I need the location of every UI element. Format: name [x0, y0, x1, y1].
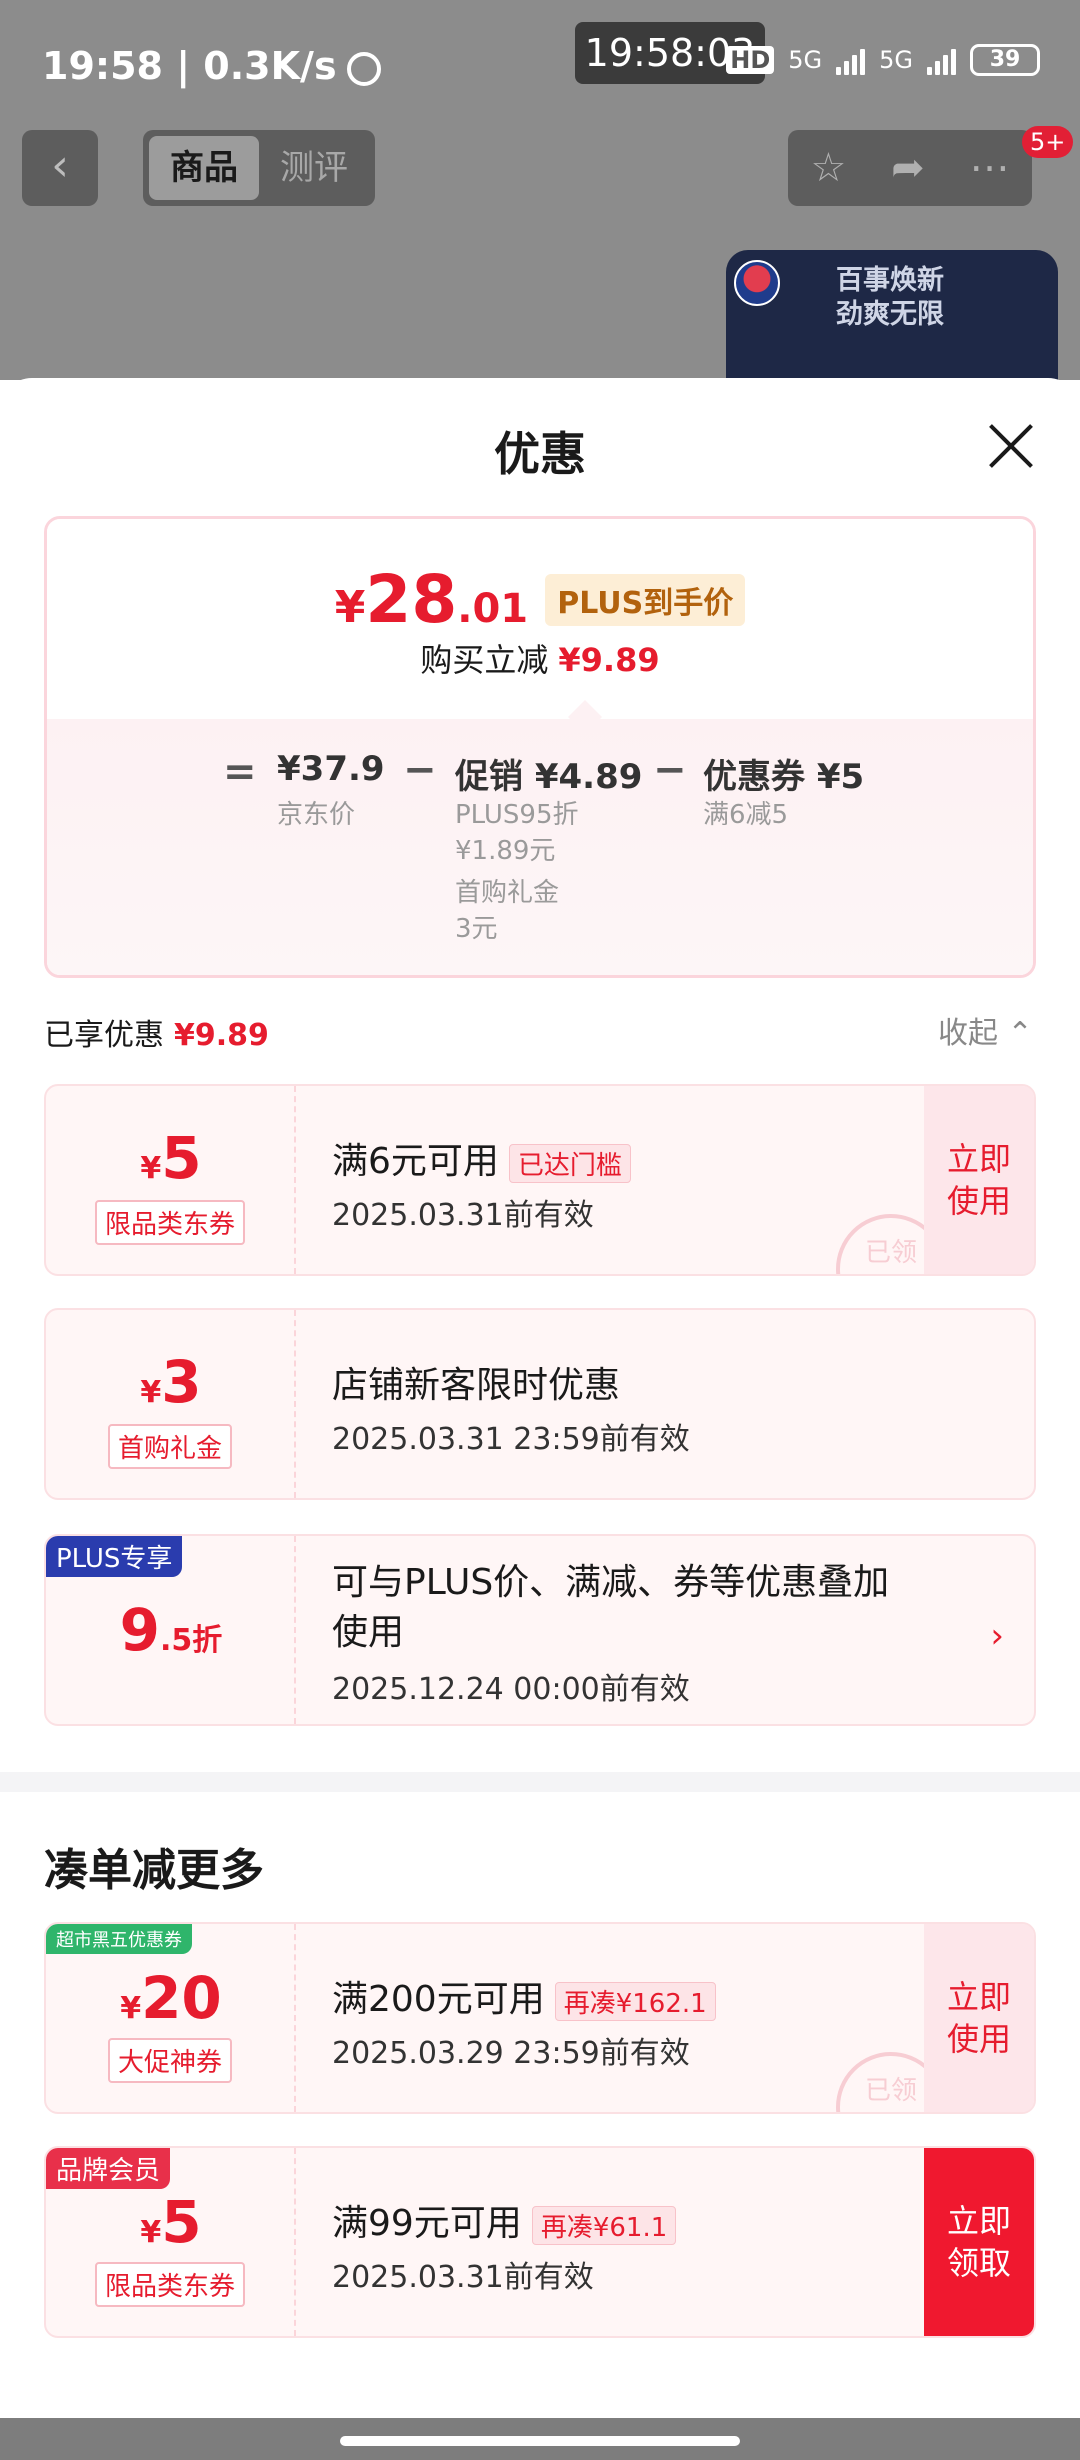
coupon-condition: 可与PLUS价、满减、券等优惠叠加 使用 [332, 1562, 890, 1653]
promo-text: 百事焕新 劲爽无限 [836, 265, 944, 330]
claim-now-button[interactable]: 立即 领取 [924, 2148, 1034, 2336]
action-group: ☆ ➦ ⋯ [788, 130, 1032, 206]
notification-badge: 5+ [1022, 126, 1074, 158]
tab-product[interactable]: 商品 [149, 136, 259, 200]
coupon-type: 限品类东券 [94, 2262, 246, 2307]
coupon-card: 超市黑五优惠券 ¥20 大促神券 满200元可用 再凑¥162.1 2025.03… [44, 1922, 1036, 2114]
add-more-tag: 再凑¥162.1 [554, 1981, 716, 2021]
promo-amount: 促销 ¥4.89 [455, 757, 643, 797]
plus-price-tag: PLUS到手价 [545, 573, 746, 626]
coupon-validity: 2025.03.31前有效 [332, 1198, 594, 1233]
coupon-validity: 2025.12.24 00:00前有效 [332, 1672, 690, 1707]
network-5g-label: 5G [788, 46, 823, 74]
coupon-amount: ¥5 [140, 1124, 202, 1192]
tab-switcher: 商品 测评 [143, 130, 375, 206]
star-icon[interactable]: ☆ [810, 145, 846, 191]
coupon-card: 品牌会员 ¥5 限品类东券 满99元可用 再凑¥61.1 2025.03.31前有… [44, 2146, 1036, 2338]
price-summary: ¥28.01 PLUS到手价 购买立减 ¥9.89 = ¥37.9 京东价 − 促… [44, 516, 1036, 978]
coupon-type: 大促神券 [107, 2038, 233, 2083]
use-now-button[interactable]: 立即 使用 [924, 1924, 1034, 2112]
more-section-title: 凑单减更多 [44, 1845, 264, 1896]
jd-price: ¥37.9 [277, 749, 385, 789]
price-breakdown: = ¥37.9 京东价 − 促销 ¥4.89 PLUS95折 ¥1.89元 首购… [47, 719, 1033, 975]
coupon-card: ¥5 限品类东券 满6元可用 已达门槛 2025.03.31前有效 已领 立即 使用 [44, 1084, 1036, 1276]
coupon-amount: ¥5 [140, 2188, 202, 2256]
add-more-tag: 再凑¥61.1 [531, 2205, 677, 2245]
reduce-line: 购买立减 ¥9.89 [420, 641, 660, 679]
promo-banner[interactable]: 百事焕新 劲爽无限 [726, 250, 1058, 390]
sheet-title: 优惠 [494, 427, 586, 481]
signal-icon [836, 45, 866, 75]
final-price: ¥28.01 [334, 561, 529, 638]
hd-icon: HD [726, 46, 775, 74]
alarm-icon [346, 51, 381, 86]
collapse-button[interactable]: 收起 ⌃ [938, 1008, 1033, 1052]
top-nav: ‹ 商品 测评 ☆ ➦ ⋯ 5+ [0, 126, 1080, 210]
coupon-card: ¥3 首购礼金 店铺新客限时优惠 2025.03.31 23:59前有效 [44, 1308, 1036, 1500]
close-icon[interactable] [986, 422, 1036, 472]
pepsi-logo [734, 260, 780, 306]
discount-sheet: 优惠 ¥28.01 PLUS到手价 购买立减 ¥9.89 = ¥37.9 京东价 … [0, 378, 1080, 2460]
coupon-validity: 2025.03.31 23:59前有效 [332, 1422, 690, 1457]
signal-icon-2 [927, 45, 956, 75]
plus-discount-card[interactable]: PLUS专享 9.5折 可与PLUS价、满减、券等优惠叠加 使用 2025.12.… [44, 1534, 1036, 1726]
network-5g-label-2: 5G [879, 46, 913, 74]
share-icon[interactable]: ➦ [891, 145, 925, 191]
coupon-amount: ¥3 [140, 1348, 202, 1416]
tab-review[interactable]: 测评 [259, 136, 369, 200]
threshold-tag: 已达门槛 [508, 1143, 631, 1183]
coupon-validity: 2025.03.29 23:59前有效 [332, 2036, 690, 2071]
coupon-condition: 店铺新客限时优惠 [332, 1365, 621, 1406]
coupon-condition: 满200元可用 再凑¥162.1 [332, 1970, 914, 2022]
coupon-amount: ¥20 [120, 1964, 222, 2032]
coupon-amount: 优惠券 ¥5 [703, 757, 865, 797]
more-icon[interactable]: ⋯ [970, 145, 1010, 191]
final-price-line: ¥28.01 PLUS到手价 [47, 561, 1033, 638]
status-time: 19:58 | 0.3K/s [42, 44, 381, 88]
coupon-type: 首购礼金 [107, 1424, 233, 1469]
section-divider [0, 1772, 1080, 1792]
coupon-condition: 满6元可用 已达门槛 [332, 1132, 914, 1184]
coupon-amount: 9.5折 [119, 1596, 223, 1664]
chevron-right-icon: › [990, 1616, 1004, 1656]
chevron-up-icon: ⌃ [1007, 1016, 1033, 1051]
chevron-left-icon: ‹ [51, 140, 69, 191]
coupon-validity: 2025.03.31前有效 [332, 2260, 594, 2295]
home-indicator[interactable] [340, 2436, 740, 2446]
coupon-type: 限品类东券 [94, 1200, 246, 1245]
battery-icon: 39 [970, 44, 1040, 76]
coupon-condition: 满99元可用 再凑¥61.1 [332, 2194, 914, 2246]
back-button[interactable]: ‹ [22, 130, 98, 206]
status-icons: HD 5G 5G 39 [726, 44, 1040, 76]
enjoyed-discount: 已享优惠 ¥9.89 [44, 1018, 269, 1053]
jd-price-label: 京东价 [277, 800, 356, 830]
status-bar: 19:58 | 0.3K/s 19:58:03 HD 5G 5G 39 [0, 0, 1080, 130]
use-now-button[interactable]: 立即 使用 [924, 1086, 1034, 1274]
